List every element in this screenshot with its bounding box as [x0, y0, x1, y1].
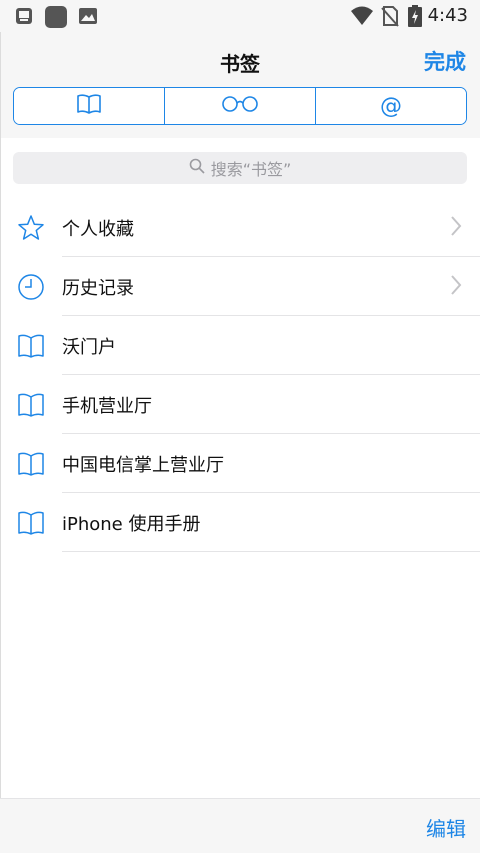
list-item-bookmark[interactable]: 手机营业厅: [0, 375, 480, 434]
list-item-label: 手机营业厅: [62, 395, 152, 417]
list-item-bookmark[interactable]: iPhone 使用手册: [0, 493, 480, 552]
tab-shared-links[interactable]: @: [315, 88, 466, 124]
segmented-control: @: [13, 87, 467, 125]
list-item-bookmark[interactable]: 沃门户: [0, 316, 480, 375]
glasses-icon: [220, 95, 260, 117]
list-item-favorites[interactable]: 个人收藏: [0, 198, 480, 257]
bottom-toolbar: 编辑: [0, 798, 480, 853]
list-item-label: iPhone 使用手册: [62, 513, 201, 535]
bookmark-list: 个人收藏 历史记录 沃门户 手机营业厅 中国电信掌上营业厅 iPhone 使用手…: [0, 198, 480, 552]
left-edge-divider: [0, 32, 1, 853]
nav-bar: 书签 完成 @: [0, 32, 480, 138]
list-item-label: 中国电信掌上营业厅: [62, 454, 224, 476]
search-area: 搜索“书签”: [0, 138, 480, 198]
tab-bookmarks[interactable]: [14, 88, 164, 124]
list-item-label: 沃门户: [62, 336, 116, 358]
book-icon: [16, 508, 46, 538]
clock-icon: [16, 272, 46, 302]
star-icon: [16, 213, 46, 243]
status-time: 4:43: [427, 5, 468, 26]
page-title: 书签: [220, 52, 260, 76]
at-icon: @: [380, 93, 402, 119]
list-item-bookmark[interactable]: 中国电信掌上营业厅: [0, 434, 480, 493]
book-icon: [16, 331, 46, 361]
search-placeholder: 搜索“书签”: [210, 160, 292, 179]
wifi-icon: [350, 5, 374, 31]
list-item-label: 个人收藏: [62, 218, 134, 240]
book-icon: [76, 93, 102, 119]
chevron-right-icon: [450, 274, 462, 300]
list-item-label: 历史记录: [62, 277, 134, 299]
book-icon: [16, 390, 46, 420]
done-button[interactable]: 完成: [424, 46, 466, 76]
square-app-icon: [44, 5, 68, 33]
book-icon: [16, 449, 46, 479]
battery-charging-icon: [408, 5, 422, 31]
tab-reading-list[interactable]: [164, 88, 315, 124]
list-item-history[interactable]: 历史记录: [0, 257, 480, 316]
no-sim-icon: [380, 5, 400, 31]
search-icon: [189, 158, 205, 178]
chevron-right-icon: [450, 215, 462, 241]
search-input[interactable]: 搜索“书签”: [13, 152, 467, 184]
image-icon: [78, 5, 98, 31]
status-bar: 4:43: [0, 0, 480, 32]
app-notification-icon: [14, 5, 34, 31]
edit-button[interactable]: 编辑: [426, 813, 466, 842]
